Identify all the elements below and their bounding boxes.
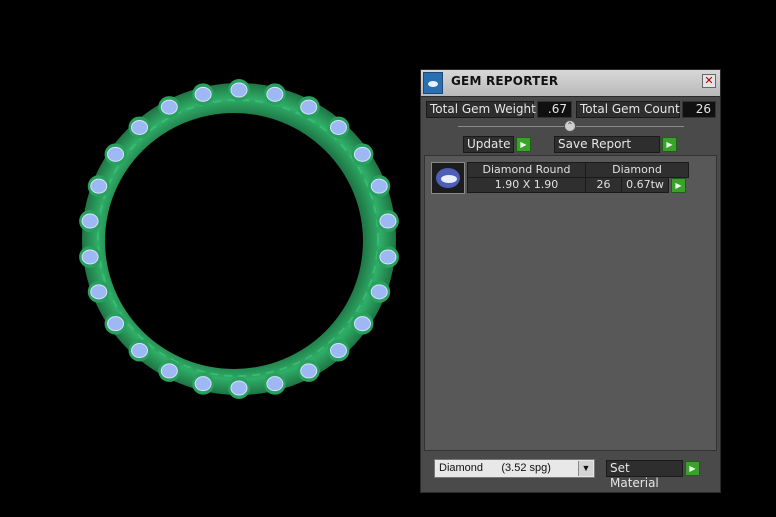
diamond-round-thumbnail-icon [431,162,465,194]
diamond-stone [379,249,397,265]
total-gem-weight-label: Total Gem Weight [426,101,536,118]
ring-render [79,79,399,399]
diamond-stone [131,119,149,135]
update-arrow-icon[interactable]: ▶ [516,137,531,152]
gem-count: 26 [585,177,622,193]
title-bar[interactable]: GEM REPORTER ✕ [421,70,720,97]
diamond-stone [81,213,99,229]
total-gem-count-value: 26 [682,101,716,118]
diamond-stone [353,316,371,332]
material-select[interactable]: Diamond (3.52 spg) ▼ [434,459,595,478]
diamond-stone [90,178,108,194]
close-button[interactable]: ✕ [702,74,716,88]
diamond-stone [160,363,178,379]
3d-viewport[interactable] [0,0,420,513]
diamond-stone [194,376,212,392]
chevron-down-icon[interactable]: ▼ [578,461,593,476]
diamond-stone [230,82,248,98]
diamond-stone [107,146,125,162]
diamond-stone [370,284,388,300]
total-gem-weight-value: .67 [537,101,572,118]
gem-weight: 0.67tw [621,177,669,193]
diamond-stone [90,284,108,300]
material-select-value: Diamond (3.52 spg) [439,462,551,474]
gem-shape: Diamond Round [467,162,586,178]
ring-hole [105,113,363,369]
save-report-button[interactable]: Save Report [554,136,660,153]
diamond-stone [160,99,178,115]
update-button[interactable]: Update [463,136,514,153]
set-material-arrow-icon[interactable]: ▶ [685,461,700,476]
slider-knob-icon[interactable]: ⌃ [564,120,576,132]
gem-material: Diamond [585,162,689,178]
diamond-stone [300,363,318,379]
gem-reporter-app-icon [423,72,443,94]
diamond-stone [266,86,284,102]
diamond-stone [266,376,284,392]
gem-row-arrow-icon[interactable]: ▶ [671,178,686,193]
diamond-stone [81,249,99,265]
diamond-stone [353,146,371,162]
gem-reporter-panel: GEM REPORTER ✕ Total Gem Weight .67 Tota… [420,69,721,493]
diamond-stone [370,178,388,194]
diamond-stone [194,86,212,102]
diamond-stone [131,343,149,359]
total-gem-count-label: Total Gem Count [576,101,680,118]
diamond-stone [300,99,318,115]
gem-size: 1.90 X 1.90 [467,177,586,193]
save-report-arrow-icon[interactable]: ▶ [662,137,677,152]
diamond-stone [329,343,347,359]
diamond-stone [329,119,347,135]
diamond-stone [379,213,397,229]
set-material-button[interactable]: Set Material [606,460,683,490]
window-title: GEM REPORTER [451,74,559,88]
diamond-stone [107,316,125,332]
gem-list[interactable]: Diamond Round Diamond 1.90 X 1.90 26 0.6… [424,155,717,451]
diamond-stone [230,380,248,396]
